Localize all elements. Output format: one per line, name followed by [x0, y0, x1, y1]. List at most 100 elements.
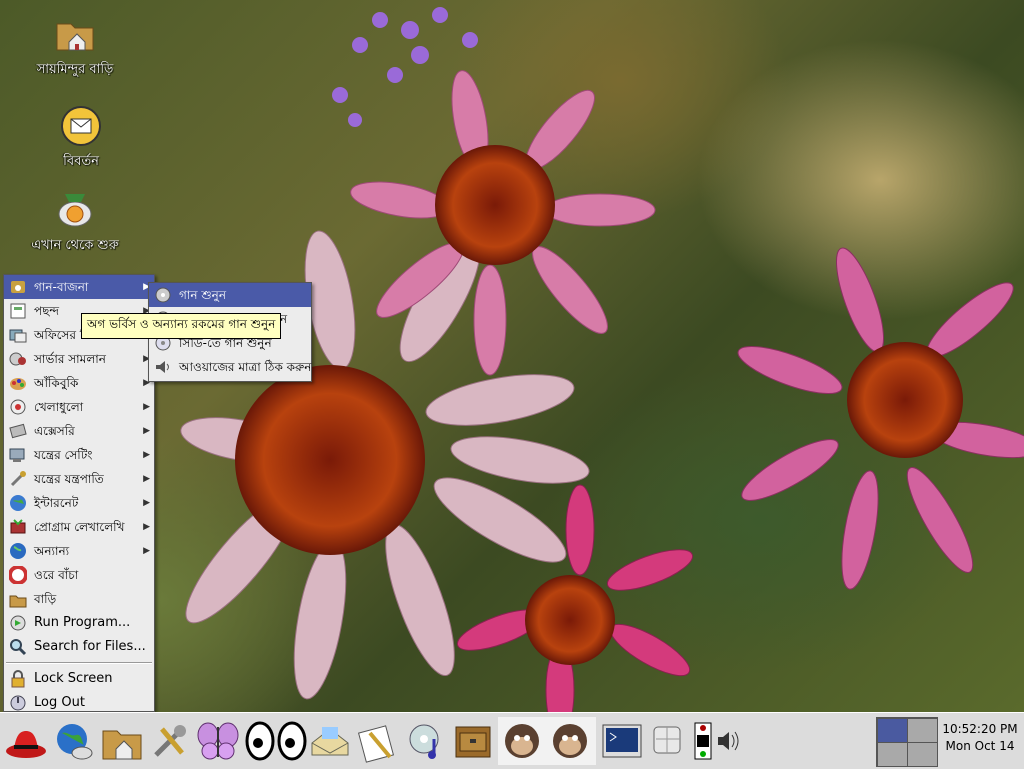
battery-icon [694, 722, 712, 760]
web-browser-launcher[interactable] [52, 717, 96, 765]
workspace-switcher[interactable] [876, 717, 938, 767]
menu-separator [6, 662, 152, 664]
submenu-arrow-icon: ▶ [143, 474, 150, 484]
eyes-icon [245, 721, 307, 761]
menu-item-programming[interactable]: প্রোগ্রাম লেখালেখি ▶ [4, 515, 154, 539]
menu-item-label: ওরে বাঁচা [34, 568, 79, 582]
submenu-item-label: আওয়াজের মাত্রা ঠিক করুন [179, 360, 312, 374]
tools-icon [154, 725, 186, 757]
text-editor-icon [357, 725, 395, 763]
system-tools-icon [9, 470, 27, 488]
submenu-item-volume-control[interactable]: আওয়াজের মাত্রা ঠিক করুন [149, 355, 311, 379]
internet-icon [9, 494, 27, 512]
menu-item-help[interactable]: ওরে বাঁচা [4, 563, 154, 587]
terminal-icon [602, 724, 642, 758]
drawer-launcher[interactable] [452, 717, 496, 765]
menu-item-label: সার্ভার সামলান [34, 352, 106, 366]
butterfly-launcher[interactable] [196, 717, 240, 765]
desktop-icon-evolution[interactable]: বিবর্তন [21, 104, 141, 173]
desktop-icon-label: বিবর্তন [63, 154, 99, 169]
help-icon [8, 565, 28, 585]
home-folder-launcher[interactable] [100, 717, 144, 765]
monkey-applet[interactable] [498, 717, 596, 765]
submenu-arrow-icon: ▶ [143, 402, 150, 412]
search-icon [9, 638, 27, 656]
web-browser-icon [57, 724, 93, 760]
audio-player-icon [154, 286, 172, 304]
submenu-item-audio-player[interactable]: গান শুনুন [149, 283, 311, 307]
system-settings-icon [9, 446, 27, 464]
menu-item-label: Log Out [34, 695, 85, 710]
network-monitor-launcher[interactable] [646, 717, 690, 765]
music-icon [9, 278, 27, 296]
log-out-icon [9, 694, 27, 712]
main-menu-button[interactable] [4, 717, 48, 765]
desktop-icon-home[interactable]: সায়মিন্দুর বাড়ি [15, 12, 135, 81]
bottom-panel: 10:52:20 PM Mon Oct 14 [0, 712, 1024, 769]
submenu-arrow-icon: ▶ [143, 426, 150, 436]
office-icon [9, 326, 27, 344]
monkey-icon [505, 724, 587, 758]
menu-item-lock-screen[interactable]: Lock Screen [4, 667, 154, 691]
workspace-2[interactable] [908, 719, 937, 742]
menu-item-label: যন্ত্রের সেটিং [34, 448, 93, 462]
volume-control-icon [154, 358, 172, 376]
tooltip: অগ ভর্বিস ও অন্যান্য রকমের গান শুনুন [81, 313, 282, 339]
home-icon [9, 590, 27, 608]
accessories-icon [9, 422, 27, 440]
sound-juicer-launcher[interactable] [404, 717, 448, 765]
menu-item-games[interactable]: খেলাধুলো ▶ [4, 395, 154, 419]
clock-time: 10:52:20 PM [942, 722, 1018, 736]
graphics-icon [9, 374, 27, 392]
eyes-applet[interactable] [244, 717, 308, 765]
menu-item-label: খেলাধুলো [34, 400, 84, 414]
battery-applet[interactable] [692, 717, 714, 765]
submenu-arrow-icon: ▶ [143, 522, 150, 532]
preferences-icon [9, 302, 27, 320]
submenu-item-label: গান শুনুন [179, 288, 226, 302]
volume-icon [718, 731, 739, 751]
evolution-mail-icon [59, 104, 103, 148]
menu-item-label: গান-বাজনা [34, 280, 89, 294]
menu-item-label: অন্যান্য [34, 544, 70, 558]
desktop-icon-start-here[interactable]: এখান থেকে শুরু [15, 188, 135, 257]
submenu-arrow-icon: ▶ [143, 546, 150, 556]
terminal-launcher[interactable] [600, 717, 644, 765]
redhat-menu-icon [6, 731, 46, 758]
menu-item-label: পছন্দ [34, 304, 60, 318]
text-editor-launcher[interactable] [356, 717, 400, 765]
menu-item-graphics[interactable]: আঁকিবুকি ▶ [4, 371, 154, 395]
home-folder-icon [102, 730, 142, 760]
tools-launcher[interactable] [148, 717, 192, 765]
workspace-1[interactable] [878, 719, 907, 742]
server-icon [9, 350, 27, 368]
menu-item-label: এক্সেসরি [34, 424, 75, 438]
lock-icon [9, 670, 27, 688]
mail-icon [311, 727, 349, 756]
butterfly-icon [197, 722, 239, 760]
menu-item-sound[interactable]: গান-বাজনা ▶ [4, 275, 154, 299]
desktop-icon-label: সায়মিন্দুর বাড়ি [36, 62, 114, 77]
menu-item-other[interactable]: অন্যান্য ▶ [4, 539, 154, 563]
menu-item-system-tools[interactable]: যন্ত্রের যন্ত্রপাতি ▶ [4, 467, 154, 491]
network-monitor-icon [653, 726, 681, 754]
clock[interactable]: 10:52:20 PM Mon Oct 14 [940, 721, 1020, 755]
menu-item-server[interactable]: সার্ভার সামলান ▶ [4, 347, 154, 371]
menu-item-run-program[interactable]: Run Program... [4, 611, 154, 635]
menu-item-search-files[interactable]: Search for Files... [4, 635, 154, 659]
mail-launcher[interactable] [308, 717, 352, 765]
menu-item-label: Search for Files... [34, 639, 146, 654]
submenu-arrow-icon: ▶ [143, 498, 150, 508]
other-icon [9, 542, 27, 560]
menu-item-system-settings[interactable]: যন্ত্রের সেটিং ▶ [4, 443, 154, 467]
menu-item-internet[interactable]: ইন্টারনেট ▶ [4, 491, 154, 515]
volume-applet[interactable] [716, 717, 740, 765]
programming-icon [9, 518, 27, 536]
menu-item-label: Run Program... [34, 615, 131, 630]
submenu-arrow-icon: ▶ [143, 450, 150, 460]
menu-item-home[interactable]: বাড়ি [4, 587, 154, 611]
workspace-4[interactable] [908, 743, 937, 766]
menu-item-accessories[interactable]: এক্সেসরি ▶ [4, 419, 154, 443]
workspace-3[interactable] [878, 743, 907, 766]
games-icon [9, 398, 27, 416]
